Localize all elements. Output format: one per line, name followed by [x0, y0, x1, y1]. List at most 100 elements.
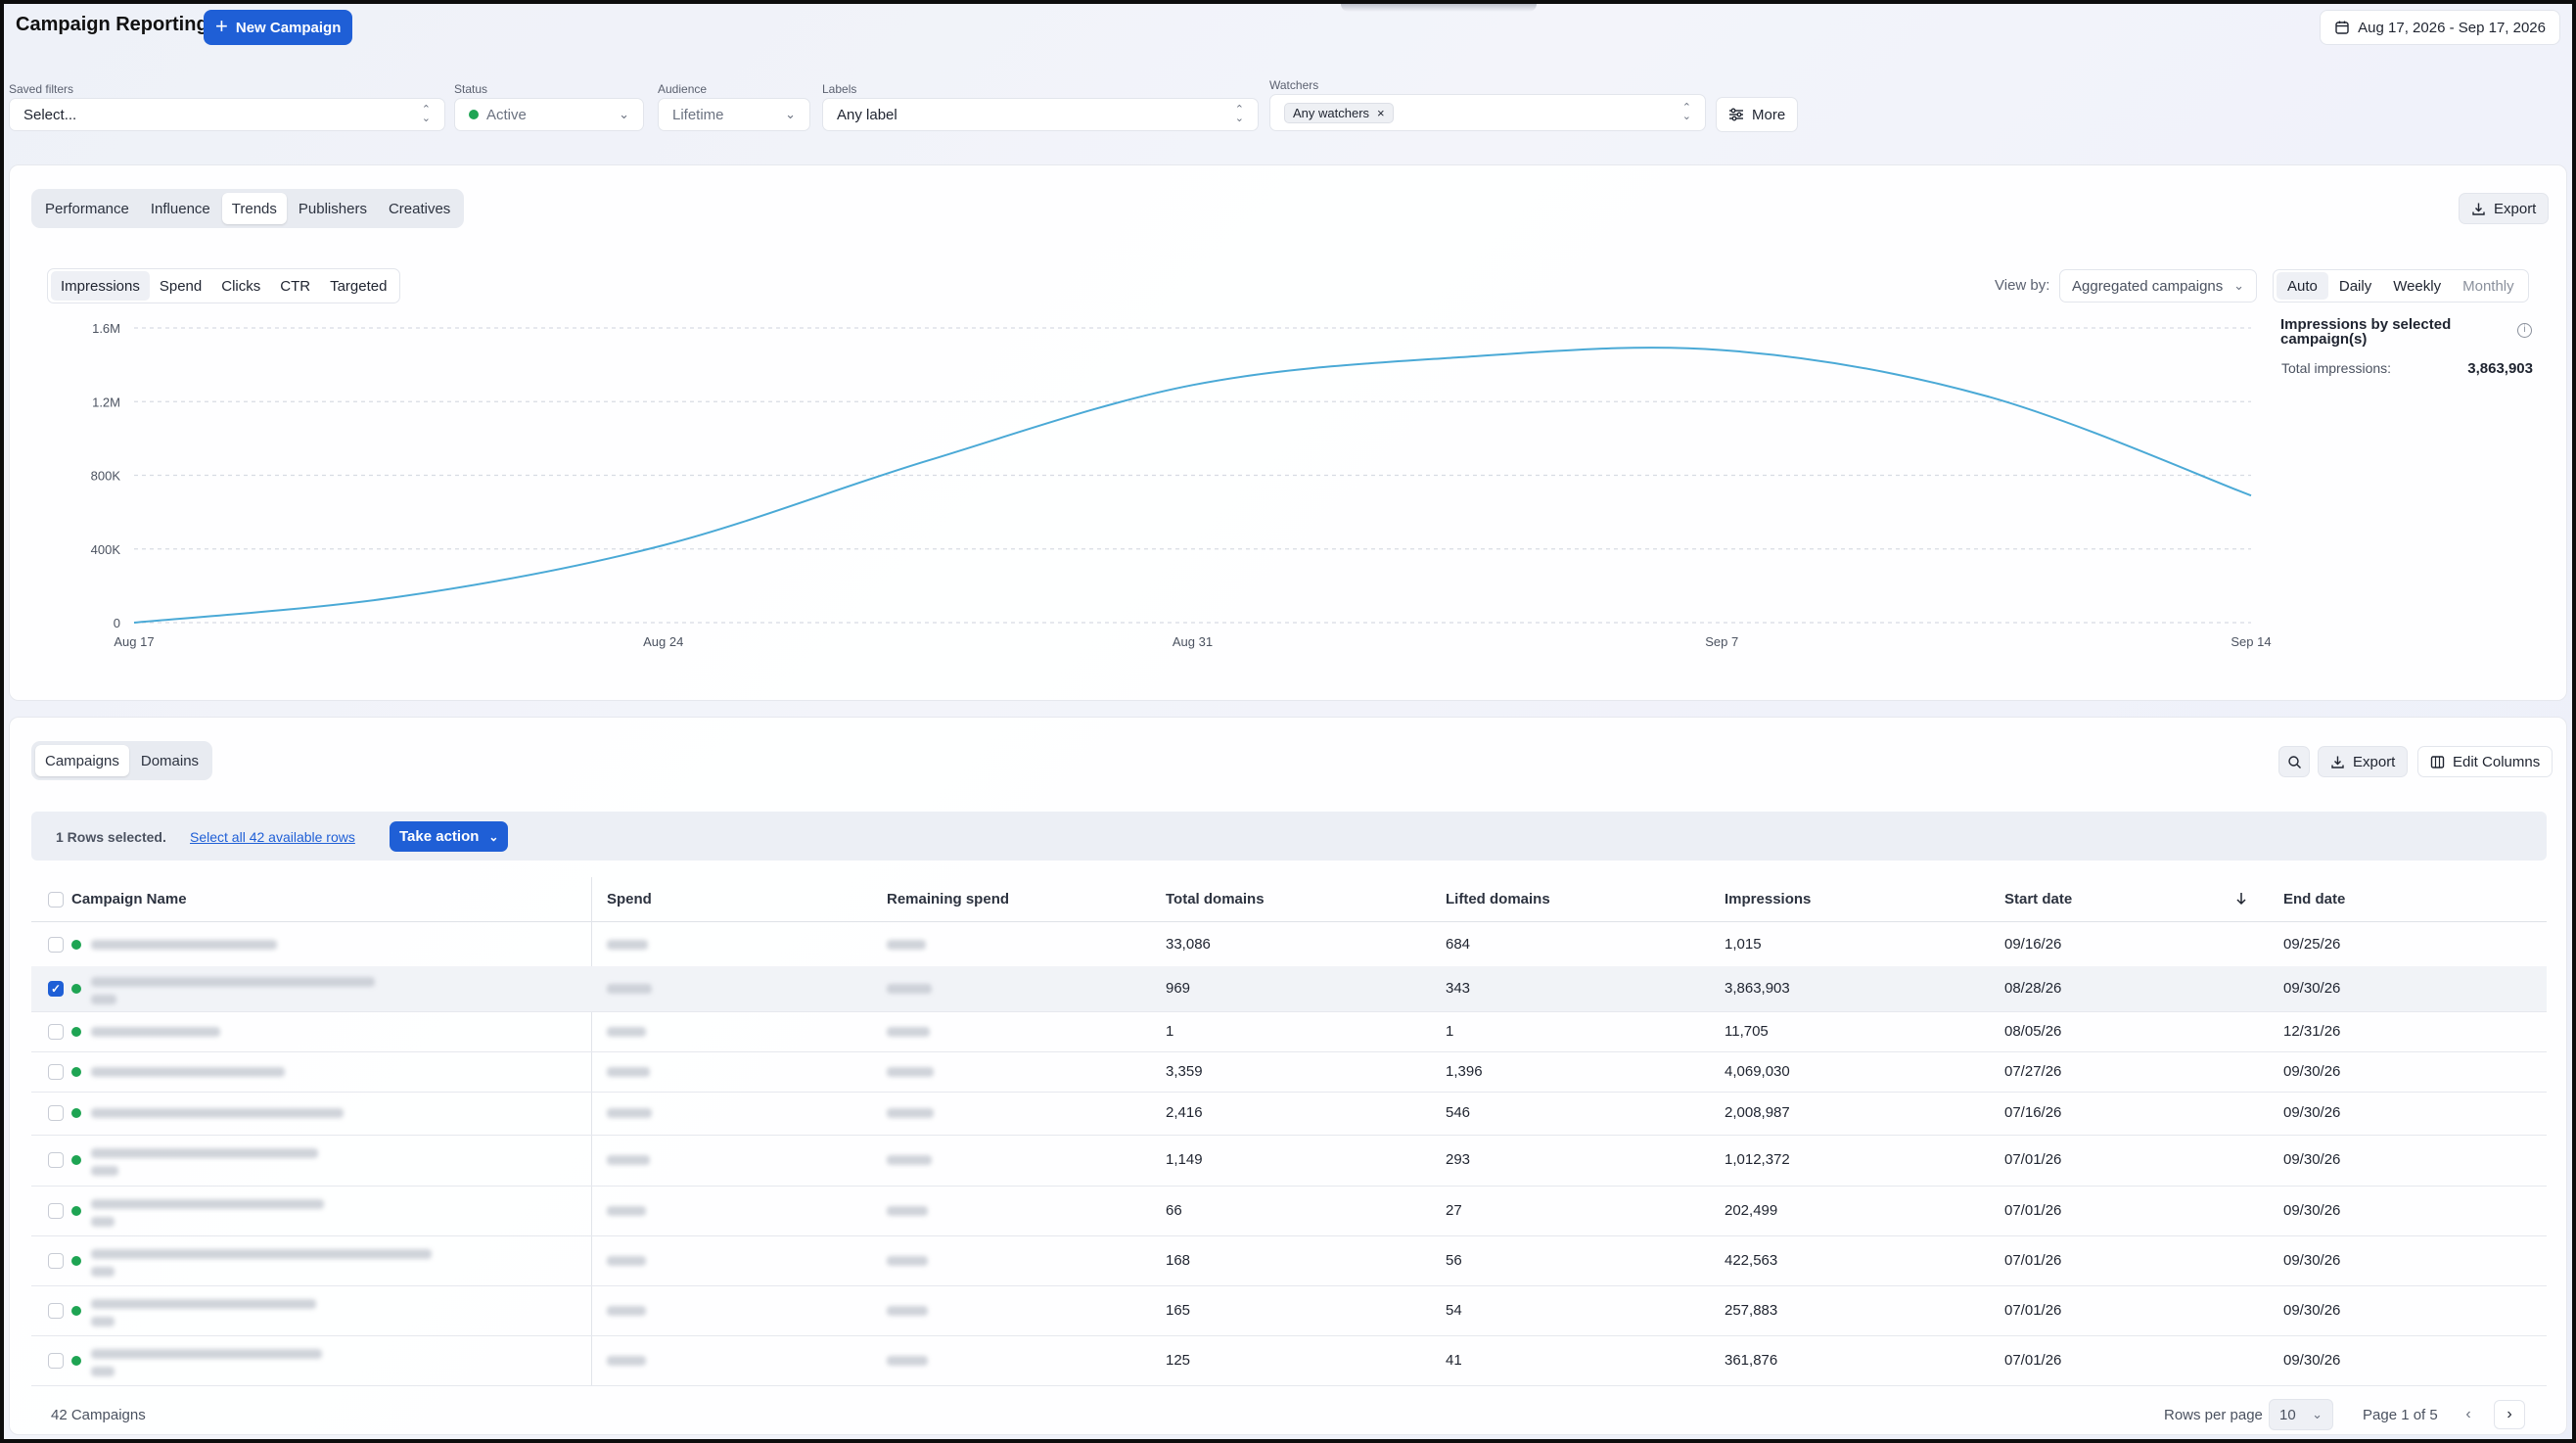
row-checkbox[interactable] — [48, 1202, 64, 1219]
row-checkbox[interactable] — [48, 1252, 64, 1269]
row-checkbox[interactable] — [48, 1063, 64, 1080]
rows-per-page-select[interactable]: 10 ⌄ — [2269, 1399, 2333, 1430]
total-domains-cell: 33,086 — [1166, 936, 1211, 953]
row-checkbox[interactable] — [48, 937, 64, 953]
spend-redacted — [607, 1026, 646, 1037]
prev-page-button[interactable]: ‹ — [2453, 1400, 2484, 1429]
tab-campaigns[interactable]: Campaigns — [35, 745, 129, 776]
row-checkbox[interactable] — [48, 1302, 64, 1319]
status-dot — [71, 1066, 81, 1077]
column-impressions[interactable]: Impressions — [1725, 891, 1811, 908]
impressions-cell: 1,015 — [1725, 936, 1762, 953]
impressions-cell: 202,499 — [1725, 1201, 1778, 1219]
x-tick-label: Aug 17 — [114, 634, 154, 649]
total-domains-cell: 1,149 — [1166, 1151, 1203, 1168]
column-lifted-domains[interactable]: Lifted domains — [1446, 891, 1550, 908]
column-campaign-name[interactable]: Campaign Name — [71, 891, 187, 908]
edit-columns-label: Edit Columns — [2453, 753, 2541, 770]
tab-domains[interactable]: Domains — [131, 745, 208, 776]
campaign-name-redacted[interactable] — [91, 1026, 220, 1037]
campaign-name-redacted[interactable] — [91, 1248, 432, 1259]
status-dot — [71, 1108, 81, 1118]
campaign-name-redacted[interactable] — [91, 1148, 318, 1158]
row-checkbox[interactable] — [48, 1105, 64, 1121]
y-tick-label: 800K — [91, 469, 121, 484]
start-date-cell: 07/01/26 — [2004, 1301, 2062, 1319]
table-search-button[interactable] — [2278, 746, 2310, 777]
campaign-name-redacted[interactable] — [91, 1348, 322, 1359]
campaign-subname-redacted — [91, 1166, 118, 1176]
remaining-spend-redacted — [887, 984, 932, 994]
column-spend[interactable]: Spend — [607, 891, 652, 908]
remaining-spend-redacted — [887, 1305, 928, 1316]
start-date-cell: 07/27/26 — [2004, 1062, 2062, 1080]
column-total-domains[interactable]: Total domains — [1166, 891, 1265, 908]
lifted-domains-cell: 41 — [1446, 1351, 1462, 1369]
column-remaining-spend[interactable]: Remaining spend — [887, 891, 1009, 908]
x-tick-label: Sep 7 — [1705, 634, 1738, 649]
table-export-button[interactable]: Export — [2318, 746, 2409, 777]
lifted-domains-cell: 1 — [1446, 1022, 1454, 1040]
chevron-down-icon: ⌄ — [488, 829, 499, 844]
campaign-name-redacted[interactable] — [91, 1108, 344, 1118]
total-domains-cell: 168 — [1166, 1251, 1191, 1269]
row-divider — [31, 1235, 2547, 1236]
next-page-button[interactable]: › — [2494, 1400, 2525, 1429]
spend-redacted — [607, 1155, 650, 1165]
campaign-name-redacted[interactable] — [91, 1198, 324, 1209]
row-divider — [31, 1051, 2547, 1052]
row-checkbox[interactable] — [48, 1152, 64, 1168]
x-tick-label: Aug 31 — [1173, 634, 1213, 649]
total-impressions-value: 3,863,903 — [2467, 360, 2533, 377]
column-end-date[interactable]: End date — [2283, 891, 2345, 908]
status-dot — [71, 1205, 81, 1216]
remaining-spend-redacted — [887, 940, 926, 950]
end-date-cell: 09/25/26 — [2283, 936, 2341, 953]
y-tick-label: 1.6M — [92, 321, 120, 336]
sort-descending-icon[interactable] — [2235, 892, 2247, 906]
spend-redacted — [607, 1205, 646, 1216]
total-domains-cell: 125 — [1166, 1351, 1191, 1369]
campaign-subname-redacted — [91, 1266, 115, 1277]
total-domains-cell: 3,359 — [1166, 1062, 1203, 1080]
info-icon[interactable]: i — [2517, 323, 2532, 338]
campaign-name-redacted[interactable] — [91, 940, 277, 950]
start-date-cell: 07/16/26 — [2004, 1104, 2062, 1121]
page-indicator: Page 1 of 5 — [2363, 1407, 2438, 1423]
table-header — [31, 877, 2547, 922]
end-date-cell: 09/30/26 — [2283, 1062, 2341, 1080]
row-divider — [31, 1186, 2547, 1187]
export-label: Export — [2353, 753, 2396, 770]
take-action-button[interactable]: Take action ⌄ — [390, 821, 509, 852]
end-date-cell: 09/30/26 — [2283, 1151, 2341, 1168]
row-divider — [31, 1011, 2547, 1012]
start-date-cell: 08/05/26 — [2004, 1022, 2062, 1040]
start-date-cell: 07/01/26 — [2004, 1201, 2062, 1219]
campaign-subname-redacted — [91, 1316, 115, 1327]
column-start-date[interactable]: Start date — [2004, 891, 2072, 908]
select-all-link[interactable]: Select all 42 available rows — [190, 829, 355, 845]
total-domains-cell: 165 — [1166, 1301, 1191, 1319]
series-line[interactable] — [133, 347, 2252, 624]
campaign-name-redacted[interactable] — [91, 1298, 316, 1309]
impressions-line-chart: 0 400K 800K 1.2M 1.6M Aug 17 Aug 24 Aug 31 Sep 7… — [91, 321, 2272, 649]
column-divider — [591, 877, 592, 1386]
row-checkbox[interactable] — [48, 1023, 64, 1040]
remaining-spend-redacted — [887, 1355, 928, 1366]
status-dot — [71, 1305, 81, 1316]
edit-columns-button[interactable]: Edit Columns — [2417, 746, 2553, 777]
remaining-spend-redacted — [887, 1255, 928, 1266]
campaign-name-redacted[interactable] — [91, 977, 375, 987]
impressions-cell: 1,012,372 — [1725, 1151, 1790, 1168]
start-date-cell: 08/28/26 — [2004, 980, 2062, 997]
x-tick-label: Aug 24 — [643, 634, 683, 649]
campaign-name-redacted[interactable] — [91, 1066, 285, 1077]
row-checkbox[interactable]: ✓ — [48, 981, 64, 997]
impressions-cell: 4,069,030 — [1725, 1062, 1790, 1080]
y-tick-label: 400K — [91, 542, 121, 557]
select-all-checkbox[interactable] — [48, 892, 64, 908]
end-date-cell: 09/30/26 — [2283, 1201, 2341, 1219]
impressions-cell: 3,863,903 — [1725, 980, 1790, 997]
table-tabs: Campaigns Domains — [31, 741, 213, 780]
row-checkbox[interactable] — [48, 1352, 64, 1369]
